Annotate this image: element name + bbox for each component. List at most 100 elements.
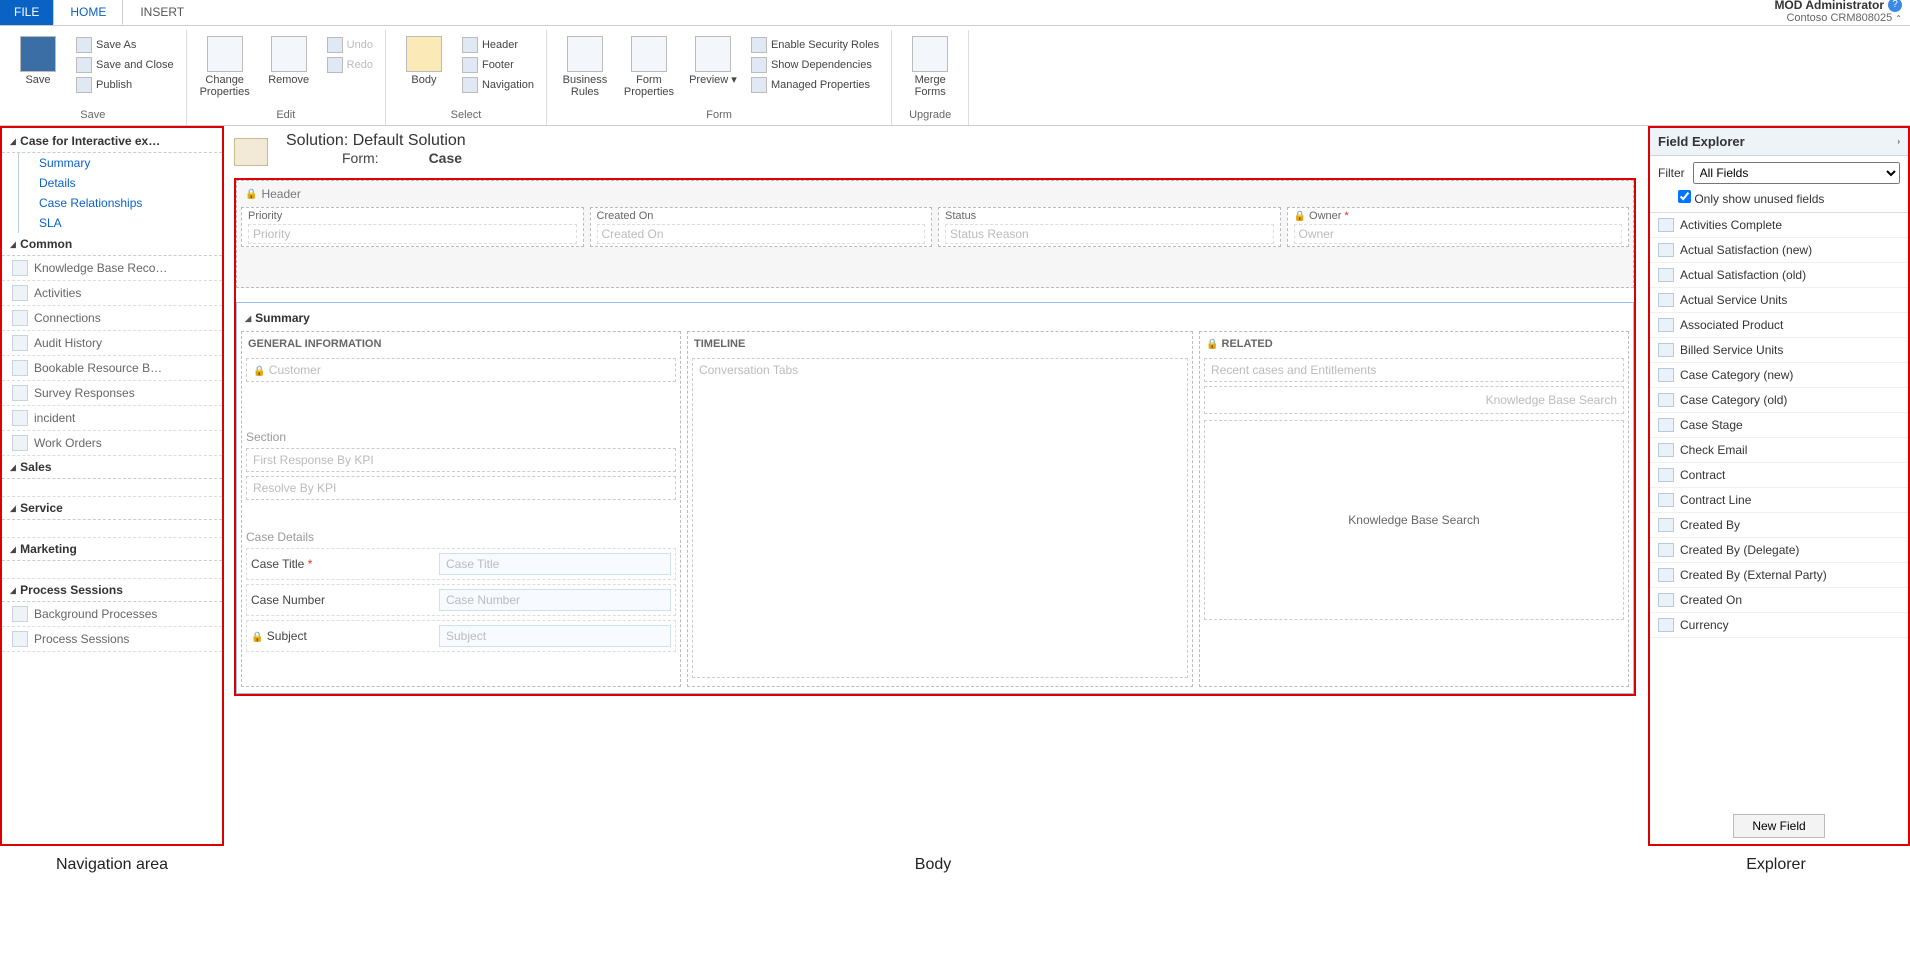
nav-item[interactable]: Connections [2,306,222,331]
nav-marketing-header[interactable]: Marketing [2,538,222,561]
field-explorer-item[interactable]: Created By (Delegate) [1650,538,1908,563]
tab-insert[interactable]: INSERT [123,0,201,25]
first-response-kpi-field[interactable]: First Response By KPI [246,448,676,472]
header-field[interactable]: 🔒 Owner *Owner [1287,207,1630,247]
tab-home[interactable]: HOME [53,0,123,25]
nav-sla[interactable]: SLA [19,213,222,233]
nav-case-relationships[interactable]: Case Relationships [19,193,222,213]
nav-item[interactable]: Survey Responses [2,381,222,406]
nav-item[interactable]: Bookable Resource B… [2,356,222,381]
new-field-button[interactable]: New Field [1733,814,1824,838]
nav-item[interactable]: Background Processes [2,602,222,627]
navigation-button[interactable]: Navigation [460,76,536,94]
body-button[interactable]: Body [396,32,452,107]
nav-item-icon [12,260,28,276]
field-explorer-item[interactable]: Actual Satisfaction (new) [1650,238,1908,263]
undo-button[interactable]: Undo [325,36,375,54]
summary-title: Summary [255,311,310,325]
customer-field[interactable]: 🔒 Customer [246,358,676,382]
redo-button[interactable]: Redo [325,56,375,74]
form-field-row[interactable]: 🔒 SubjectSubject [246,620,676,652]
field-icon [1658,368,1674,382]
publish-icon [76,77,92,93]
ribbon-group-form: Form [706,107,732,125]
business-rules-button[interactable]: Business Rules [557,32,613,107]
nav-item[interactable]: Activities [2,281,222,306]
nav-sales-header[interactable]: Sales [2,456,222,479]
form-label: Form: [342,150,379,166]
nav-item[interactable]: Work Orders [2,431,222,456]
general-info-column[interactable]: GENERAL INFORMATION 🔒 Customer Section F… [241,331,681,687]
help-icon[interactable]: ? [1888,0,1902,12]
managed-properties-button[interactable]: Managed Properties [749,76,881,94]
field-explorer-item[interactable]: Case Category (new) [1650,363,1908,388]
field-explorer-item[interactable]: Contract Line [1650,488,1908,513]
summary-tab-section[interactable]: ◢ Summary GENERAL INFORMATION 🔒 Customer… [236,302,1634,694]
save-button[interactable]: Save [10,32,66,107]
tab-file[interactable]: FILE [0,0,53,25]
chevron-right-icon[interactable]: › [1897,137,1900,146]
field-explorer-item[interactable]: Billed Service Units [1650,338,1908,363]
save-close-button[interactable]: Save and Close [74,56,176,74]
chevron-down-icon: ▾ [731,74,737,86]
preview-button[interactable]: Preview ▾ [685,32,741,107]
change-properties-button[interactable]: Change Properties [197,32,253,107]
field-explorer-item[interactable]: Check Email [1650,438,1908,463]
field-icon [1658,318,1674,332]
merge-forms-button[interactable]: Merge Forms [902,32,958,107]
field-explorer-item[interactable]: Activities Complete [1650,213,1908,238]
form-header-section[interactable]: 🔒Header PriorityPriorityCreated OnCreate… [236,180,1634,288]
nav-item-icon [12,410,28,426]
nav-item[interactable]: Audit History [2,331,222,356]
nav-item[interactable]: Process Sessions [2,627,222,652]
timeline-column[interactable]: TIMELINE Conversation Tabs [687,331,1193,687]
kb-search-section[interactable]: Knowledge Base Search [1204,420,1624,620]
header-field[interactable]: StatusStatus Reason [938,207,1281,247]
form-field-row[interactable]: Case NumberCase Number [246,584,676,616]
nav-service-header[interactable]: Service [2,497,222,520]
footer-button[interactable]: Footer [460,56,536,74]
nav-case-header[interactable]: Case for Interactive ex… [2,130,222,153]
header-button[interactable]: Header [460,36,536,54]
filter-select[interactable]: All Fields [1693,162,1900,184]
field-explorer-item[interactable]: Case Category (old) [1650,388,1908,413]
nav-process-header[interactable]: Process Sessions [2,579,222,602]
field-explorer-item[interactable]: Created By (External Party) [1650,563,1908,588]
recent-cases-field[interactable]: Recent cases and Entitlements [1204,358,1624,382]
field-explorer-item[interactable]: Created On [1650,588,1908,613]
field-explorer-item[interactable]: Case Stage [1650,413,1908,438]
field-explorer-item[interactable]: Actual Service Units [1650,288,1908,313]
field-explorer-item[interactable]: Actual Satisfaction (old) [1650,263,1908,288]
nav-item[interactable]: Knowledge Base Reco… [2,256,222,281]
form-name: Case [429,150,462,166]
form-props-icon [631,36,667,72]
field-explorer-item[interactable]: Associated Product [1650,313,1908,338]
header-field[interactable]: Created OnCreated On [590,207,933,247]
redo-icon [327,57,343,73]
publish-button[interactable]: Publish [74,76,176,94]
header-icon [462,37,478,53]
form-properties-button[interactable]: Form Properties [621,32,677,107]
timeline-placeholder[interactable]: Conversation Tabs [692,358,1188,678]
field-explorer-item[interactable]: Contract [1650,463,1908,488]
kb-search-placeholder[interactable]: Knowledge Base Search [1204,386,1624,414]
enable-security-roles-button[interactable]: Enable Security Roles [749,36,881,54]
header-field[interactable]: PriorityPriority [241,207,584,247]
nav-common-header[interactable]: Common [2,233,222,256]
form-field-row[interactable]: Case Title *Case Title [246,548,676,580]
nav-summary[interactable]: Summary [19,153,222,173]
case-details-label: Case Details [246,526,676,548]
field-explorer-item[interactable]: Currency [1650,613,1908,638]
save-as-button[interactable]: Save As [74,36,176,54]
remove-button[interactable]: Remove [261,32,317,107]
nav-details[interactable]: Details [19,173,222,193]
form-body-canvas[interactable]: 🔒Header PriorityPriorityCreated OnCreate… [234,178,1636,696]
only-unused-checkbox[interactable]: Only show unused fields [1678,192,1824,206]
nav-item[interactable]: incident [2,406,222,431]
resolve-by-kpi-field[interactable]: Resolve By KPI [246,476,676,500]
chevron-up-icon[interactable]: ⌃ [1895,14,1902,23]
related-column[interactable]: 🔒 RELATED Recent cases and Entitlements … [1199,331,1629,687]
collapse-icon[interactable]: ◢ [245,314,251,323]
show-dependencies-button[interactable]: Show Dependencies [749,56,881,74]
field-explorer-item[interactable]: Created By [1650,513,1908,538]
